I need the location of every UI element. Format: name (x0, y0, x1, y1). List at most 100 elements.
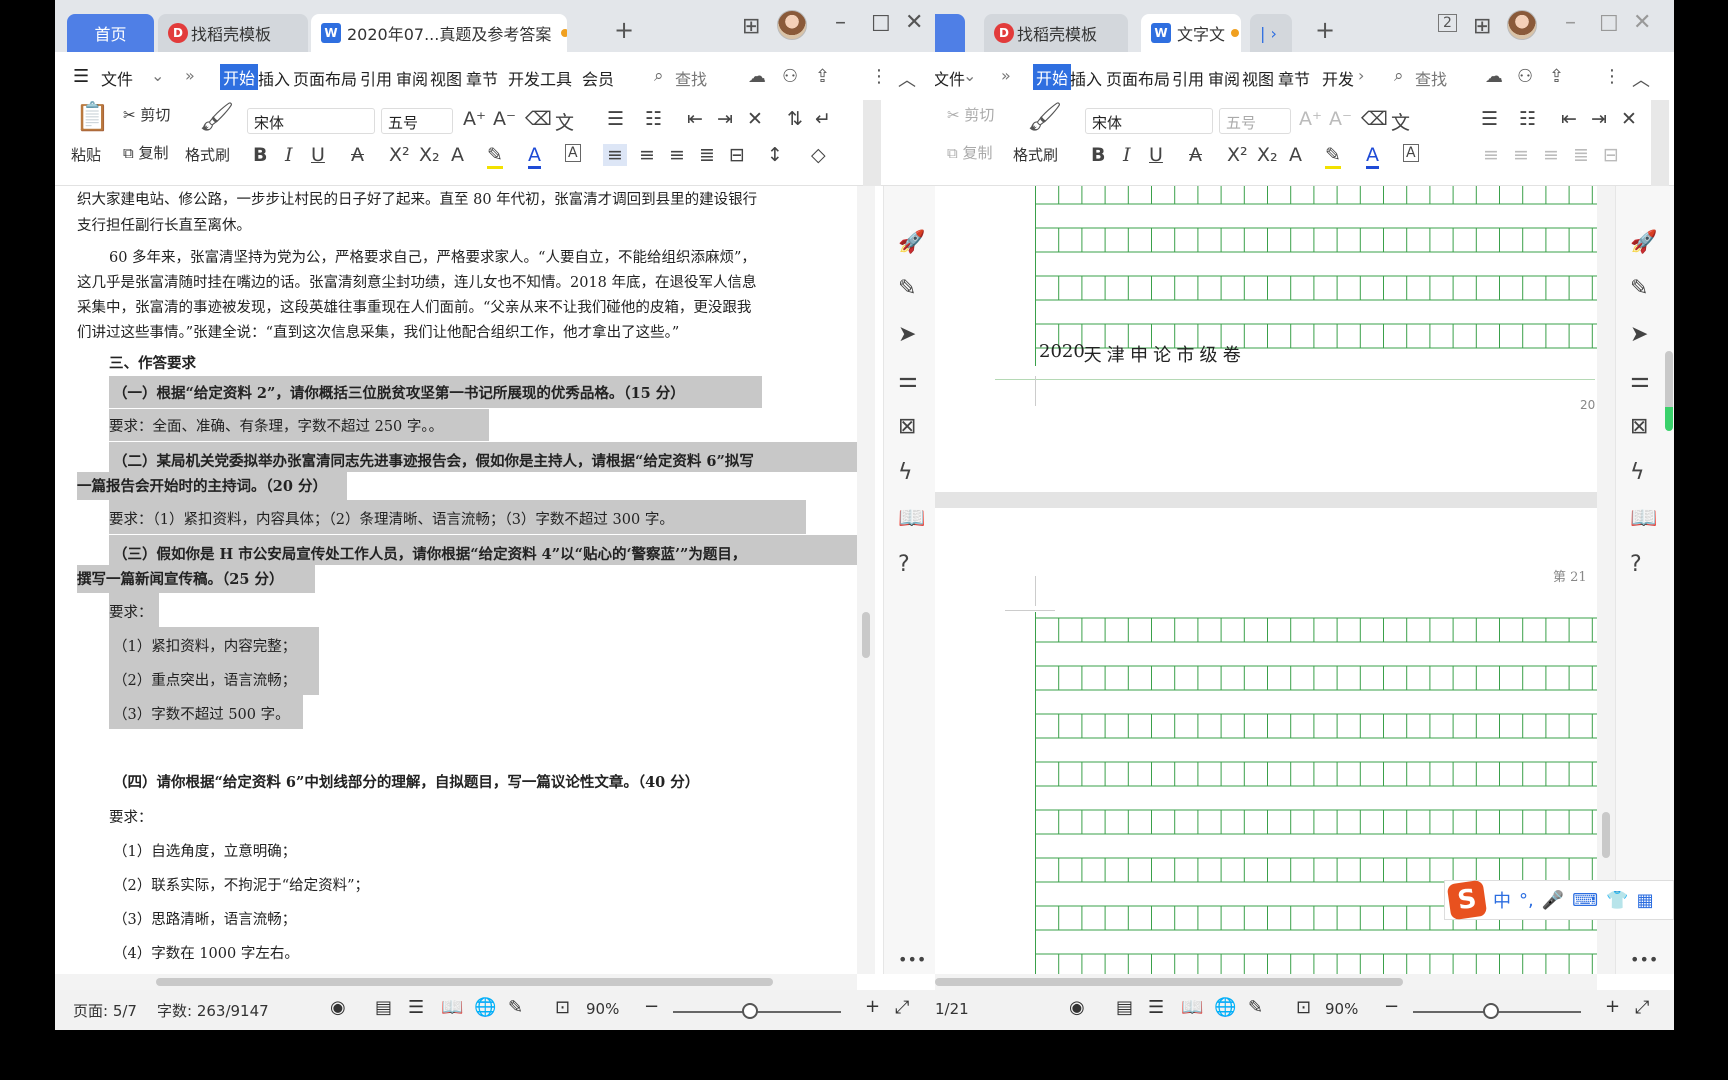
toolbox-icon[interactable]: ▦ (1637, 890, 1654, 911)
zoom-out-icon[interactable]: − (644, 996, 659, 1017)
align-center-icon[interactable]: ≡ (639, 144, 655, 166)
keyboard-icon[interactable]: ⌨ (1572, 890, 1598, 911)
write-view-icon[interactable]: ✎ (508, 997, 523, 1018)
highlight-icon[interactable]: ✎ (487, 144, 503, 169)
menu-scroll-right[interactable]: › (1358, 66, 1364, 85)
font-select[interactable]: 宋体 (1085, 108, 1213, 134)
fullscreen-icon[interactable]: ⤢ (895, 997, 909, 1018)
ime-mode-toggle[interactable]: 中 (1493, 887, 1511, 913)
menu-layout[interactable]: 页面布局 (293, 66, 357, 90)
more-tools-icon[interactable]: ••• (898, 950, 926, 969)
menu-insert[interactable]: 插入 (1070, 66, 1102, 90)
minimize-icon[interactable]: – (835, 10, 846, 35)
zoom-out-icon[interactable]: − (1384, 996, 1399, 1017)
vertical-scrollbar[interactable] (1597, 186, 1615, 974)
zoom-slider-knob[interactable] (742, 1003, 758, 1019)
grow-font-icon[interactable]: A⁺ (463, 108, 486, 130)
subscript-icon[interactable]: X₂ (419, 144, 440, 166)
subscript-icon[interactable]: X₂ (1257, 144, 1278, 166)
numbering-icon[interactable]: ☷ (1519, 108, 1536, 130)
zoom-slider-knob[interactable] (1483, 1003, 1499, 1019)
numbering-icon[interactable]: ☷ (645, 108, 662, 130)
char-border-icon[interactable]: A (565, 144, 581, 162)
underline-icon[interactable]: U (1149, 144, 1163, 166)
tab-document[interactable]: W 文字文 (1141, 14, 1241, 52)
shrink-font-icon[interactable]: A⁻ (1329, 108, 1352, 130)
tab-document[interactable]: W 2020年07...真题及参考答案 (311, 14, 567, 52)
lightning-icon[interactable]: ϟ (1630, 460, 1645, 485)
superscript-icon[interactable]: X² (1227, 144, 1248, 166)
close-icon[interactable]: ✕ (1633, 10, 1651, 35)
maximize-icon[interactable]: ☐ (1599, 12, 1619, 37)
justify-icon[interactable]: ≣ (1573, 144, 1589, 166)
ribbon-scroll-right[interactable] (1651, 100, 1669, 186)
eye-icon[interactable]: ◉ (330, 997, 346, 1018)
menu-file[interactable]: 文件 (101, 66, 133, 90)
chinese-layout-icon[interactable]: ✕ (747, 108, 763, 130)
web-view-icon[interactable]: 🌐 (1214, 997, 1236, 1018)
share-icon[interactable]: ⇪ (815, 66, 830, 87)
tab-template[interactable]: D 找稻壳模板 (158, 14, 308, 52)
avatar[interactable] (1507, 10, 1537, 40)
menu-insert[interactable]: 插入 (258, 66, 290, 90)
menu-member[interactable]: 会员 (582, 66, 614, 90)
search-input[interactable]: 查找 (675, 66, 707, 90)
more-icon[interactable]: ⋮ (870, 66, 888, 87)
menu-chapter[interactable]: 章节 (1278, 66, 1310, 90)
grid-view-icon[interactable]: ⊞ (1473, 14, 1491, 39)
justify-icon[interactable]: ≣ (699, 144, 715, 166)
bold-icon[interactable]: B (1091, 144, 1105, 166)
cursor-icon[interactable]: ➤ (898, 322, 916, 347)
paste-button[interactable]: 粘贴 (71, 144, 101, 165)
rocket-icon[interactable]: 🚀 (898, 230, 925, 255)
grid-view-icon[interactable]: ⊞ (742, 14, 760, 39)
text-effect-icon[interactable]: A (1289, 144, 1302, 166)
ai-icon[interactable]: ⊠ (1630, 414, 1648, 439)
maximize-icon[interactable]: ☐ (871, 12, 891, 37)
tab-overflow[interactable]: | › (1250, 14, 1292, 52)
microphone-icon[interactable]: 🎤 (1542, 890, 1564, 911)
align-center-icon[interactable]: ≡ (1513, 144, 1529, 166)
page-view-icon[interactable]: ▤ (375, 997, 392, 1018)
sort-icon[interactable]: ⇅ (787, 108, 803, 130)
menu-layout[interactable]: 页面布局 (1106, 66, 1170, 90)
char-border-icon[interactable]: A (1403, 144, 1419, 162)
read-view-icon[interactable]: 📖 (441, 997, 463, 1018)
align-right-icon[interactable]: ≡ (669, 144, 685, 166)
rocket-icon[interactable]: 🚀 (1630, 230, 1657, 255)
strikethrough-icon[interactable]: A (351, 144, 364, 166)
menu-view[interactable]: 视图 (430, 66, 462, 90)
minimize-icon[interactable]: – (1565, 10, 1576, 35)
menu-chapter[interactable]: 章节 (466, 66, 498, 90)
text-effect-icon[interactable]: A (451, 144, 464, 166)
new-tab-button[interactable]: + (614, 16, 634, 44)
underline-icon[interactable]: U (311, 144, 325, 166)
indent-icon[interactable]: ⇥ (717, 108, 733, 130)
page-view-icon[interactable]: ▤ (1116, 997, 1133, 1018)
eye-icon[interactable]: ◉ (1069, 997, 1085, 1018)
tab-home[interactable]: 首页 (67, 14, 154, 52)
menu-dev[interactable]: 开发 (1322, 66, 1354, 90)
phonetic-icon[interactable]: 文 (1391, 108, 1410, 135)
menu-references[interactable]: 引用 (1172, 66, 1204, 90)
more-tools-icon[interactable]: ••• (1630, 950, 1658, 969)
expand-menu-icon[interactable]: » (185, 66, 195, 85)
phonetic-icon[interactable]: 文 (555, 108, 574, 135)
grow-font-icon[interactable]: A⁺ (1299, 108, 1322, 130)
hscroll-thumb[interactable] (935, 978, 1403, 986)
bullets-icon[interactable]: ☰ (607, 108, 624, 130)
fullscreen-icon[interactable]: ⤢ (1635, 997, 1649, 1018)
clear-format-icon[interactable]: ⌫ (1361, 108, 1388, 130)
cut-button[interactable]: ✂ 剪切 (123, 104, 170, 125)
fit-page-icon[interactable]: ⊡ (1296, 997, 1311, 1018)
vertical-scrollbar[interactable] (857, 186, 875, 974)
outdent-icon[interactable]: ⇤ (687, 108, 703, 130)
tab-home[interactable] (935, 14, 965, 52)
horizontal-scrollbar[interactable] (55, 974, 857, 990)
zoom-level[interactable]: 90% (586, 1000, 619, 1018)
outline-view-icon[interactable]: ☰ (408, 997, 424, 1018)
cloud-sync-icon[interactable]: ☁ (1485, 66, 1503, 87)
bullets-icon[interactable]: ☰ (1481, 108, 1498, 130)
word-count[interactable]: 字数: 263/9147 (157, 1000, 269, 1021)
distribute-icon[interactable]: ⊟ (729, 144, 745, 166)
